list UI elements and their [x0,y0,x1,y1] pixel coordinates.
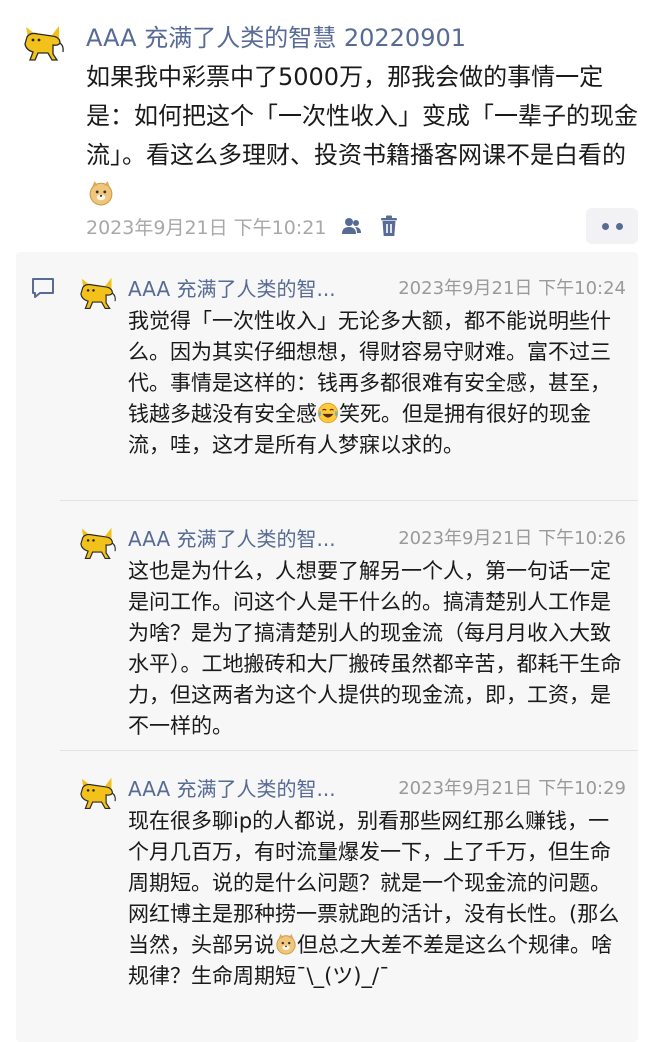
commenter-avatar[interactable] [74,520,122,568]
post-timestamp: 2023年9月21日 下午10:21 [86,216,327,239]
cat-logo-icon [80,277,116,309]
comment-text: 我觉得「一次性收入」无论多大额，都不能说明些什么。因为其实仔细想想，得财容易守财… [128,306,628,461]
comment-item: AAA 充满了人类的智... 2023年9月21日 下午10:24 我觉得「一次… [16,260,638,490]
comment-text: 现在很多聊ip的人都说，别看那些网红那么赚钱，一个月几百万，有时流量爆发一下，上… [128,806,628,992]
people-icon[interactable] [338,213,364,239]
laughing-crying-emoji [317,402,339,424]
comment-divider [60,500,638,501]
commenter-avatar[interactable] [74,770,122,818]
post-author-name[interactable]: AAA 充满了人类的智慧 20220901 [86,18,466,53]
more-dot [601,222,609,230]
comment-timestamp: 2023年9月21日 下午10:26 [398,528,626,549]
doge-emoji [89,181,113,206]
comment-text-part: 这也是为什么，人想要了解另一个人，第一句话一定是问工作。问这个人是干什么的。搞清… [128,559,622,738]
comment-item: AAA 充满了人类的智... 2023年9月21日 下午10:29 现在很多聊i… [16,760,638,1040]
comment-panel: AAA 充满了人类的智... 2023年9月21日 下午10:24 我觉得「一次… [16,252,638,1042]
commenter-name[interactable]: AAA 充满了人类的智... [128,273,376,302]
post-meta-row: 2023年9月21日 下午10:21 [86,208,638,244]
commenter-name[interactable]: AAA 充满了人类的智... [128,773,376,802]
commenter-name[interactable]: AAA 充满了人类的智... [128,523,376,552]
comment-timestamp: 2023年9月21日 下午10:29 [398,778,626,799]
more-dot [615,222,623,230]
cat-logo-icon [80,777,116,809]
cat-logo-icon [80,527,116,559]
comment-item: AAA 充满了人类的智... 2023年9月21日 下午10:26 这也是为什么… [16,510,638,740]
author-avatar[interactable] [20,20,68,68]
comment-timestamp: 2023年9月21日 下午10:24 [398,278,626,299]
cat-logo-icon [24,26,64,61]
more-button[interactable] [586,208,638,244]
comment-text: 这也是为什么，人想要了解另一个人，第一句话一定是问工作。问这个人是干什么的。搞清… [128,556,628,742]
doge-emoji [276,933,296,955]
post-text: 如果我中彩票中了5000万，那我会做的事情一定是：如何把这个「一次性收入」变成「… [86,58,646,214]
post-text-content: 如果我中彩票中了5000万，那我会做的事情一定是：如何把这个「一次性收入」变成「… [86,63,638,169]
commenter-avatar[interactable] [74,270,122,318]
trash-icon[interactable] [376,213,402,239]
comment-divider [60,750,638,751]
